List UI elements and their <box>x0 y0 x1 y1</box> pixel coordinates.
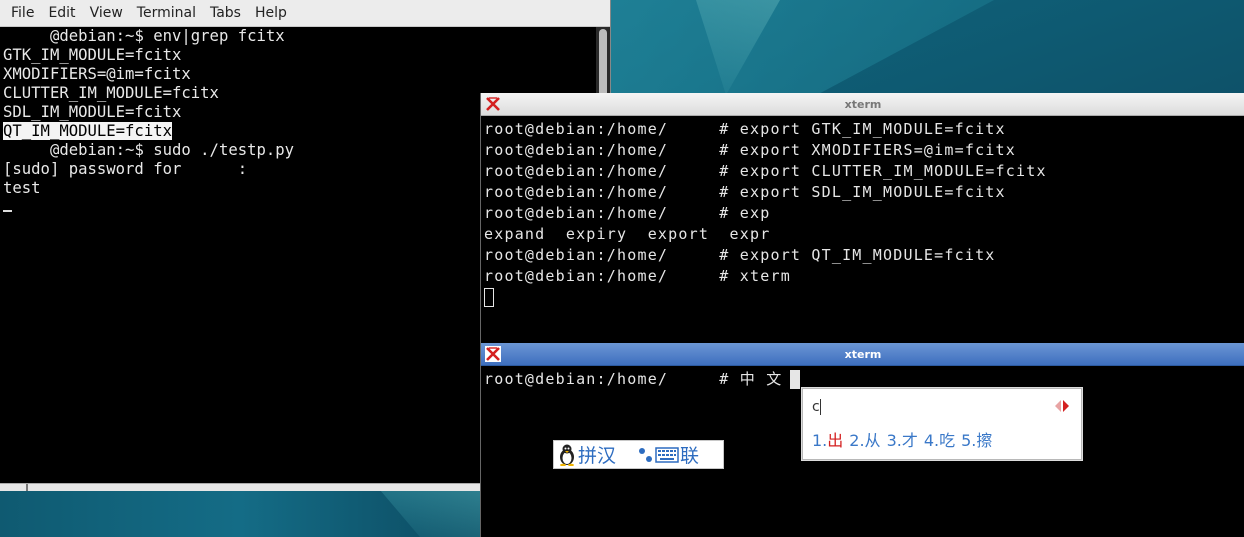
ime-candidate-window[interactable]: c 1.出 2.从 3.才 4.吃 5.擦 <box>802 388 1082 460</box>
terminal-line: @debian:~$ env|grep fcitx <box>49 27 285 45</box>
ime-candidate[interactable]: 2.从 <box>849 427 880 451</box>
hollow-cursor <box>484 288 494 307</box>
prev-page-icon[interactable] <box>1055 400 1061 412</box>
terminal-menubar: File Edit View Terminal Tabs Help <box>0 0 610 27</box>
xterm-title: xterm <box>844 97 882 111</box>
menu-edit[interactable]: Edit <box>41 0 82 26</box>
resize-mark <box>26 484 28 491</box>
ime-extra-label[interactable]: 联 <box>680 441 699 468</box>
xterm-line: root@debian:/home/ # xterm <box>484 267 791 285</box>
xterm-window-inactive[interactable]: xterm root@debian:/home/ # export GTK_IM… <box>480 93 1244 343</box>
xterm-line: root@debian:/home/ # export CLUTTER_IM_M… <box>484 162 1047 180</box>
xterm-line: expand expiry export expr <box>484 225 771 243</box>
ime-caret <box>819 399 821 415</box>
keyboard-icon[interactable] <box>655 446 679 464</box>
xterm-line: root@debian:/home/ # export SDL_IM_MODUL… <box>484 183 1006 201</box>
terminal-line: XMODIFIERS=@im=fcitx <box>3 65 191 83</box>
xterm-x-icon <box>485 96 501 112</box>
ime-candidate-list: 1.出 2.从 3.才 4.吃 5.擦 <box>812 427 992 451</box>
xterm-line: root@debian:/home/ # 中 文 <box>484 369 1244 390</box>
menu-view[interactable]: View <box>83 0 130 26</box>
ime-page-arrows <box>1055 400 1069 412</box>
menu-help[interactable]: Help <box>248 0 294 26</box>
terminal-line: GTK_IM_MODULE=fcitx <box>3 46 182 64</box>
ime-candidate[interactable]: 5.擦 <box>961 427 992 451</box>
menu-tabs[interactable]: Tabs <box>203 0 248 26</box>
text-cursor <box>3 210 12 212</box>
moon-icon[interactable] <box>617 445 637 465</box>
penguin-icon[interactable] <box>557 444 577 466</box>
xterm-title: xterm <box>844 347 882 361</box>
next-page-icon[interactable] <box>1063 400 1069 412</box>
ime-mode-label[interactable]: 拼汉 <box>578 441 616 468</box>
xterm-titlebar[interactable]: xterm <box>481 93 1244 116</box>
xterm-titlebar[interactable]: xterm <box>481 343 1244 366</box>
ime-preedit: c <box>812 399 821 415</box>
xterm-line: root@debian:/home/ # exp <box>484 204 771 222</box>
scrollbar-thumb[interactable] <box>599 29 607 99</box>
xterm-line: root@debian:/home/ # export QT_IM_MODULE… <box>484 246 996 264</box>
punctuation-icon[interactable] <box>638 445 654 465</box>
menu-terminal[interactable]: Terminal <box>130 0 203 26</box>
ime-status-bar[interactable]: 拼汉 联 <box>553 440 724 469</box>
xterm-line: root@debian:/home/ # export XMODIFIERS=@… <box>484 141 1016 159</box>
menu-file[interactable]: File <box>4 0 41 26</box>
block-cursor <box>790 370 801 389</box>
ime-candidate[interactable]: 3.才 <box>887 427 918 451</box>
xterm-line: root@debian:/home/ # export GTK_IM_MODUL… <box>484 120 1006 138</box>
xterm-cursor-line <box>484 287 1244 308</box>
ime-candidate[interactable]: 1.出 <box>812 427 843 451</box>
xterm-output[interactable]: root@debian:/home/ # export GTK_IM_MODUL… <box>481 116 1244 308</box>
xterm-output[interactable]: root@debian:/home/ # 中 文 <box>481 366 1244 390</box>
ime-candidate[interactable]: 4.吃 <box>924 427 955 451</box>
xterm-x-icon <box>485 346 501 362</box>
